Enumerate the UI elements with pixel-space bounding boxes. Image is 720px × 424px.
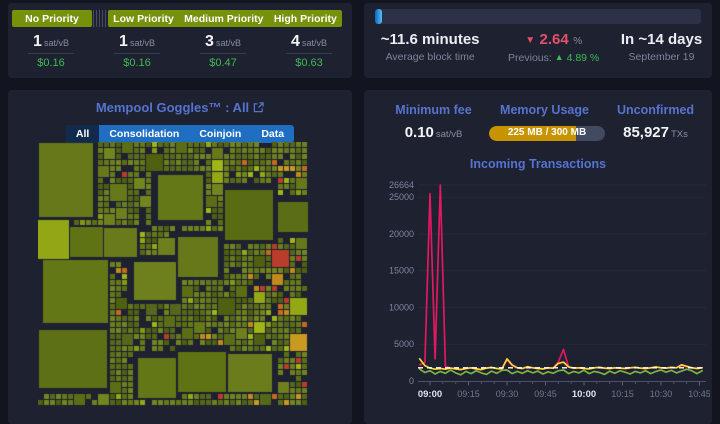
difficulty-adjustment-card: ~11.6 minutes Average block time ▼ 2.64 …: [364, 3, 712, 78]
fee-divider: [286, 53, 332, 54]
svg-text:09:45: 09:45: [534, 389, 557, 399]
svg-text:25000: 25000: [389, 192, 414, 202]
no-priority-label: No Priority: [25, 12, 79, 25]
tab-all[interactable]: All: [65, 125, 100, 143]
fee-values-row: 1 sat/vB $0.16 1 sat/vB $0.16 3 sat/vB $0.4…: [8, 33, 352, 69]
low-priority-label[interactable]: Low Priority: [113, 13, 174, 25]
svg-text:0: 0: [409, 376, 414, 386]
fee-unit: sat/vB: [301, 38, 327, 48]
svg-text:09:30: 09:30: [496, 389, 519, 399]
fee-tier-high: 4 sat/vB $0.63: [266, 33, 352, 69]
minimum-fee-stat: Minimum fee 0.10 sat/vB: [378, 103, 489, 141]
incoming-transactions-chart[interactable]: 0 5000 10000 15000 20000 25000 26664 09:00 09:15…: [374, 166, 710, 410]
difficulty-progress-bar[interactable]: [375, 9, 701, 24]
average-block-time-label: Average block time: [385, 51, 475, 63]
memory-usage-label: 225 MB / 300 MB: [507, 127, 587, 138]
retarget-date: September 19: [628, 51, 695, 63]
average-block-time-value: ~11.6 minutes: [380, 31, 480, 48]
mempool-stats-panel: Minimum fee 0.10 sat/vB Memory Usage 225 …: [364, 90, 712, 424]
fee-unit: sat/vB: [129, 38, 155, 48]
difficulty-change-stat: ▼ 2.64 % Previous: ▲ 4.89 %: [496, 31, 611, 64]
fee-rate: 1 sat/vB: [33, 33, 69, 50]
mempool-block-treemap[interactable]: [38, 142, 310, 406]
svg-text:10:45: 10:45: [688, 389, 710, 399]
svg-text:26664: 26664: [389, 180, 414, 190]
fee-unit: sat/vB: [43, 38, 69, 48]
fee-usd: $0.16: [37, 57, 65, 69]
fee-tier-low: 1 sat/vB $0.16: [94, 33, 180, 69]
difficulty-stats-row: ~11.6 minutes Average block time ▼ 2.64 …: [364, 31, 712, 64]
triangle-up-icon: ▲: [554, 52, 564, 62]
priority-divider-stripes: [93, 10, 107, 27]
difficulty-change-value: ▼ 2.64 %: [525, 31, 583, 48]
difficulty-progress-fill: [375, 9, 382, 24]
tab-data[interactable]: Data: [251, 125, 294, 143]
unconfirmed-title: Unconfirmed: [616, 103, 695, 117]
memory-usage-title: Memory Usage: [500, 103, 589, 117]
memory-usage-bar: 225 MB / 300 MB: [489, 126, 605, 141]
fee-rate: 1 sat/vB: [119, 33, 155, 50]
priority-group-badge: Low Priority Medium Priority High Priori…: [108, 10, 342, 27]
mempool-stats-row: Minimum fee 0.10 sat/vB Memory Usage 225 …: [364, 90, 712, 141]
average-block-time-stat: ~11.6 minutes Average block time: [364, 31, 496, 64]
unconfirmed-value: 85,927 TXs: [623, 124, 688, 141]
svg-text:5000: 5000: [394, 339, 414, 349]
mempool-goggles-panel: Mempool Goggles™ : All All Consolidation…: [8, 90, 352, 424]
svg-text:09:00: 09:00: [418, 389, 442, 400]
svg-text:10:15: 10:15: [611, 389, 634, 399]
svg-text:10000: 10000: [389, 302, 414, 312]
svg-text:10:30: 10:30: [650, 389, 673, 399]
tab-consolidation[interactable]: Consolidation: [99, 125, 189, 143]
fee-rate: 3 sat/vB: [205, 33, 241, 50]
fee-usd: $0.47: [209, 57, 237, 69]
fee-usd: $0.16: [123, 57, 151, 69]
tab-coinjoin[interactable]: Coinjoin: [189, 125, 251, 143]
mempool-goggles-title[interactable]: Mempool Goggles™ : All: [8, 100, 352, 116]
fee-tier-medium: 3 sat/vB $0.47: [180, 33, 266, 69]
triangle-down-icon: ▼: [525, 35, 536, 46]
fee-rate: 4 sat/vB: [291, 33, 327, 50]
fee-unit: sat/vB: [215, 38, 241, 48]
high-priority-label[interactable]: High Priority: [274, 13, 337, 25]
fee-divider: [28, 53, 74, 54]
retarget-value: In ~14 days: [620, 31, 703, 48]
fee-tier-no-priority: 1 sat/vB $0.16: [8, 33, 94, 69]
difficulty-previous: Previous: ▲ 4.89 %: [508, 52, 600, 64]
retarget-stat: In ~14 days September 19: [611, 31, 712, 64]
fee-priority-badges: No Priority Low Priority Medium Priority…: [12, 10, 342, 27]
minimum-fee-value: 0.10 sat/vB: [404, 124, 463, 141]
medium-priority-label[interactable]: Medium Priority: [184, 13, 263, 25]
svg-text:15000: 15000: [389, 266, 414, 276]
unconfirmed-stat: Unconfirmed 85,927 TXs: [600, 103, 711, 141]
no-priority-badge[interactable]: No Priority: [12, 10, 92, 27]
minimum-fee-title: Minimum fee: [395, 103, 472, 117]
goggles-tabbar: All Consolidation Coinjoin Data: [8, 125, 352, 143]
fee-divider: [200, 53, 246, 54]
svg-text:20000: 20000: [389, 229, 414, 239]
fee-estimates-card: No Priority Low Priority Medium Priority…: [8, 3, 352, 78]
svg-text:10:00: 10:00: [572, 389, 596, 400]
memory-usage-stat: Memory Usage 225 MB / 300 MB: [489, 103, 605, 141]
external-link-icon: [253, 101, 264, 116]
svg-text:09:15: 09:15: [457, 389, 480, 399]
fee-usd: $0.63: [295, 57, 323, 69]
fee-divider: [114, 53, 160, 54]
